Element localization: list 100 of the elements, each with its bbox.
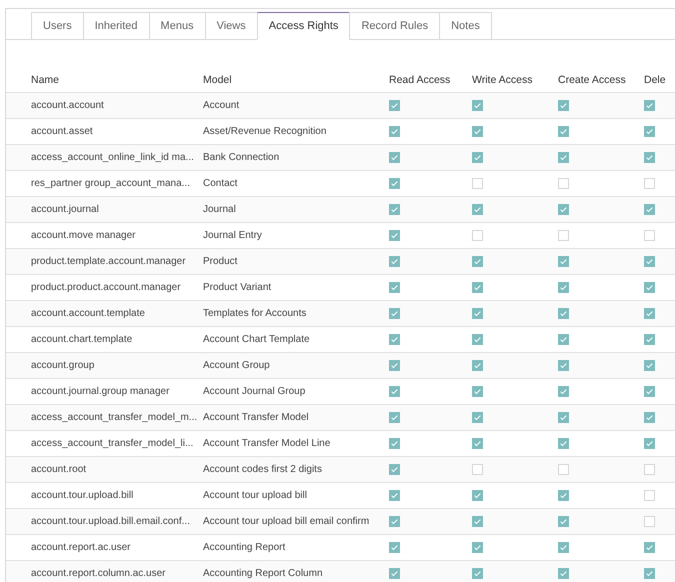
table-cell: Product Variant — [203, 282, 272, 293]
checkbox[interactable] — [644, 568, 655, 579]
checkbox[interactable] — [472, 464, 483, 475]
checkbox[interactable] — [558, 100, 569, 111]
checkbox[interactable] — [389, 490, 400, 501]
table-cell: account.journal — [31, 204, 99, 215]
checkbox[interactable] — [389, 464, 400, 475]
checkbox[interactable] — [558, 152, 569, 163]
table-cell: Account Transfer Model Line — [203, 438, 330, 449]
checkbox[interactable] — [558, 542, 569, 553]
table-cell: Product — [203, 256, 238, 267]
checkbox[interactable] — [472, 490, 483, 501]
checkbox[interactable] — [644, 542, 655, 553]
checkbox[interactable] — [472, 516, 483, 527]
checkbox[interactable] — [472, 126, 483, 137]
checkbox[interactable] — [644, 490, 655, 501]
tab[interactable]: Record Rules — [349, 12, 440, 40]
checkbox[interactable] — [389, 126, 400, 137]
checkbox[interactable] — [644, 412, 655, 423]
checkbox[interactable] — [558, 204, 569, 215]
checkbox[interactable] — [472, 334, 483, 345]
table-cell: account.tour.upload.bill — [31, 490, 134, 501]
checkbox[interactable] — [472, 308, 483, 319]
checkbox[interactable] — [644, 516, 655, 527]
checkbox[interactable] — [472, 152, 483, 163]
checkbox[interactable] — [558, 126, 569, 137]
checkbox[interactable] — [558, 360, 569, 371]
checkbox[interactable] — [558, 308, 569, 319]
column-header[interactable]: Create Access — [558, 74, 626, 86]
checkbox[interactable] — [644, 386, 655, 397]
column-header[interactable]: Write Access — [472, 74, 532, 86]
checkbox[interactable] — [558, 412, 569, 423]
checkbox[interactable] — [389, 230, 400, 241]
checkbox[interactable] — [558, 178, 569, 189]
table-cell: account.report.ac.user — [31, 542, 130, 553]
checkbox[interactable] — [389, 438, 400, 449]
table-cell: Account Chart Template — [203, 334, 310, 345]
checkbox[interactable] — [644, 360, 655, 371]
checkbox[interactable] — [472, 438, 483, 449]
tab[interactable]: Notes — [439, 12, 492, 40]
checkbox[interactable] — [389, 100, 400, 111]
table-cell: access_account_online_link_id ma... — [31, 152, 194, 163]
checkbox[interactable] — [472, 230, 483, 241]
tab[interactable]: Users — [31, 12, 84, 40]
checkbox[interactable] — [389, 178, 400, 189]
checkbox[interactable] — [389, 360, 400, 371]
checkbox[interactable] — [644, 204, 655, 215]
checkbox[interactable] — [389, 152, 400, 163]
checkbox[interactable] — [389, 204, 400, 215]
checkbox[interactable] — [558, 282, 569, 293]
checkbox[interactable] — [558, 438, 569, 449]
checkbox[interactable] — [472, 282, 483, 293]
checkbox[interactable] — [389, 516, 400, 527]
checkbox[interactable] — [558, 230, 569, 241]
checkbox[interactable] — [644, 438, 655, 449]
checkbox[interactable] — [389, 568, 400, 579]
table-cell: product.template.account.manager — [31, 256, 186, 267]
checkbox[interactable] — [472, 412, 483, 423]
checkbox[interactable] — [644, 126, 655, 137]
checkbox[interactable] — [644, 230, 655, 241]
checkbox[interactable] — [558, 334, 569, 345]
checkbox[interactable] — [644, 334, 655, 345]
checkbox[interactable] — [389, 282, 400, 293]
table-cell: Accounting Report Column — [203, 568, 323, 579]
checkbox[interactable] — [389, 386, 400, 397]
checkbox[interactable] — [472, 360, 483, 371]
checkbox[interactable] — [644, 152, 655, 163]
column-header[interactable]: Read Access — [389, 74, 450, 86]
checkbox[interactable] — [389, 412, 400, 423]
checkbox[interactable] — [558, 568, 569, 579]
checkbox[interactable] — [558, 386, 569, 397]
checkbox[interactable] — [644, 282, 655, 293]
checkbox[interactable] — [472, 204, 483, 215]
table-cell: Account codes first 2 digits — [203, 464, 322, 475]
checkbox[interactable] — [472, 542, 483, 553]
checkbox[interactable] — [558, 256, 569, 267]
table-cell: access_account_transfer_model_li... — [31, 438, 194, 449]
checkbox[interactable] — [558, 490, 569, 501]
checkbox[interactable] — [644, 178, 655, 189]
checkbox[interactable] — [389, 308, 400, 319]
checkbox[interactable] — [472, 178, 483, 189]
checkbox[interactable] — [644, 464, 655, 475]
table-cell: Contact — [203, 178, 238, 189]
checkbox[interactable] — [472, 100, 483, 111]
tab[interactable]: Access Rights — [256, 12, 350, 40]
checkbox[interactable] — [472, 256, 483, 267]
checkbox[interactable] — [389, 334, 400, 345]
checkbox[interactable] — [389, 542, 400, 553]
checkbox[interactable] — [644, 100, 655, 111]
checkbox[interactable] — [389, 256, 400, 267]
table-cell: Journal Entry — [203, 230, 262, 241]
checkbox[interactable] — [472, 386, 483, 397]
checkbox[interactable] — [472, 568, 483, 579]
checkbox[interactable] — [558, 516, 569, 527]
checkbox[interactable] — [644, 256, 655, 267]
column-header[interactable]: Name — [31, 74, 60, 86]
column-header[interactable]: Dele — [644, 74, 666, 86]
checkbox[interactable] — [644, 308, 655, 319]
checkbox[interactable] — [558, 464, 569, 475]
column-header[interactable]: Model — [203, 74, 232, 86]
